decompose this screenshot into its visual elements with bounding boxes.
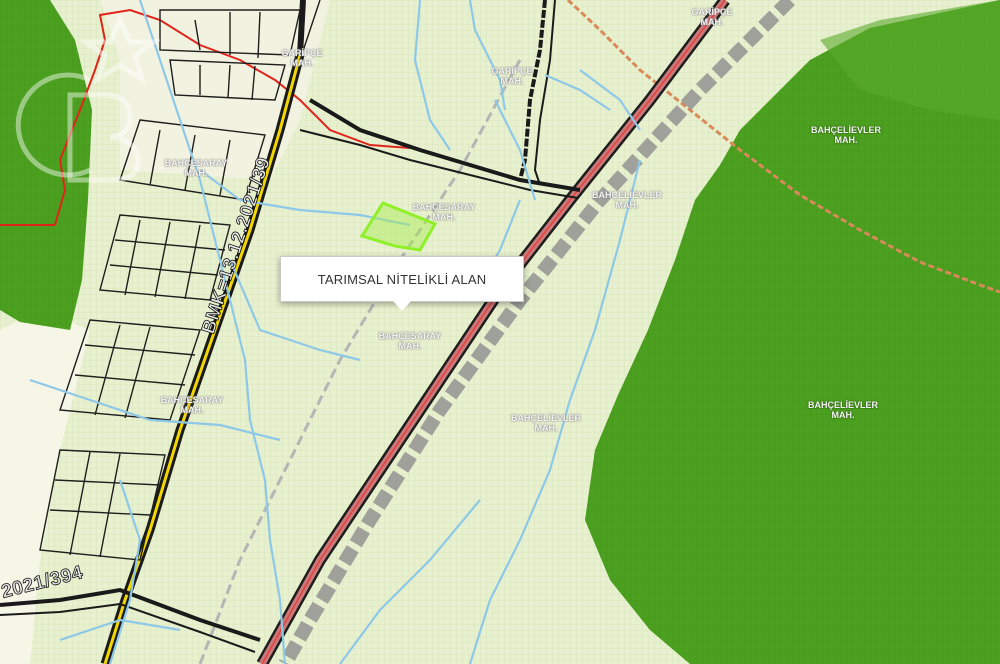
watermark-logo-icon xyxy=(15,13,160,183)
neighborhood-label: GARİPÇE MAH. xyxy=(281,48,323,68)
info-popup[interactable]: TARIMSAL NİTELİKLİ ALAN xyxy=(280,256,524,311)
neighborhood-label: GARİPÇE MAH. xyxy=(691,7,733,27)
neighborhood-label: BAHÇELİEVLER MAH. xyxy=(807,400,879,420)
zoning-map[interactable]: GARİPÇE MAH. GARİPÇE MAH. GARİPÇE MAH. B… xyxy=(0,0,1000,664)
neighborhood-label: BAHÇESARAY MAH. xyxy=(378,331,442,351)
neighborhood-label: GARİPÇE MAH. xyxy=(491,66,533,86)
popup-text: TARIMSAL NİTELİKLİ ALAN xyxy=(317,271,487,287)
neighborhood-label: BAHÇELİEVLER MAH. xyxy=(510,413,582,433)
road-north xyxy=(297,0,306,56)
neighborhood-label: BAHÇELİEVLER MAH. xyxy=(810,125,882,145)
neighborhood-label: BAHÇESARAY MAH. xyxy=(412,202,476,222)
neighborhood-label: BAHÇESARAY MAH. xyxy=(160,395,224,415)
neighborhood-label: BAHÇELİEVLER MAH. xyxy=(591,190,663,210)
neighborhood-label: BAHÇESARAY MAH. xyxy=(164,158,228,178)
